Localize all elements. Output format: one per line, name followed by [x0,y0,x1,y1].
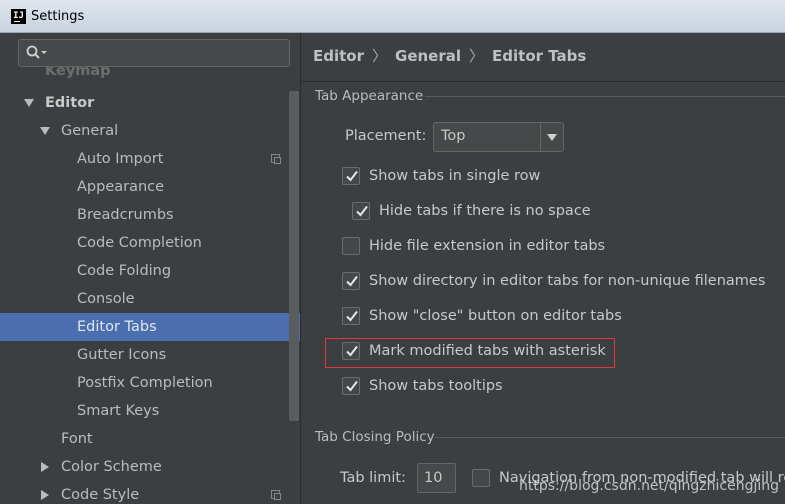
project-settings-icon [271,154,281,164]
tree-item-code-completion[interactable]: Code Completion [0,229,300,257]
checkbox[interactable] [342,237,360,255]
tree-item-label: Gutter Icons [77,347,167,363]
tree-item-label: Font [61,431,93,447]
checkmark-icon [346,380,358,392]
tree-item-general[interactable]: General [0,117,300,145]
tree-item-label: Editor [45,95,95,111]
breadcrumb-separator: 〉 [469,47,485,65]
option-label: Hide tabs if there is no space [379,203,591,219]
checkmark-icon [346,310,358,322]
tree-item-smart-keys[interactable]: Smart Keys [0,397,300,425]
tree-item-label: Color Scheme [61,459,162,475]
breadcrumb: Editor 〉 General 〉 Editor Tabs [313,45,586,66]
tree-item-keymap[interactable]: Keymap [0,67,300,81]
tree-item-code-style[interactable]: Code Style [0,481,300,504]
option-label: Show tabs in single row [369,168,541,184]
settings-search-input[interactable] [18,39,290,67]
breadcrumb-editor: Editor [313,47,364,65]
option-label: Show directory in editor tabs for non-un… [369,273,766,289]
checkmark-icon [346,275,358,287]
chevron-right-icon[interactable] [41,462,49,472]
title-bar: IJ Settings [0,0,785,33]
watermark-text: https://blog.csdn.net/qingzhicengjing [519,478,780,494]
group-divider [435,437,785,438]
chevron-right-icon[interactable] [41,490,49,500]
checkmark-icon [346,345,358,357]
tree-item-console[interactable]: Console [0,285,300,313]
tree-item-label: General [61,123,119,139]
breadcrumb-editor-tabs: Editor Tabs [492,47,587,65]
project-settings-icon [271,490,281,500]
checkbox[interactable] [342,307,360,325]
tree-item-label: Postfix Completion [77,375,213,391]
checkbox[interactable] [342,377,360,395]
checkbox[interactable] [352,202,370,220]
tree-item-font[interactable]: Font [0,425,300,453]
tab-limit-label: Tab limit: [340,470,406,486]
option-label: Hide file extension in editor tabs [369,238,606,254]
tree-item-color-scheme[interactable]: Color Scheme [0,453,300,481]
tree-item-label: Editor Tabs [77,319,157,335]
tree-item-label: Code Folding [77,263,172,279]
option-label: Mark modified tabs with asterisk [369,343,606,359]
sidebar-scrollbar[interactable] [289,91,299,421]
tab-appearance-title: Tab Appearance [315,88,424,104]
tree-item-appearance[interactable]: Appearance [0,173,300,201]
tree-item-editor[interactable]: Editor [0,89,300,117]
tab-limit-input[interactable]: 10 [417,463,456,493]
checkbox[interactable] [342,167,360,185]
tree-item-editor-tabs[interactable]: Editor Tabs [0,313,300,341]
breadcrumb-separator: 〉 [372,47,388,65]
checkmark-icon [346,170,358,182]
intellij-app-icon: IJ [11,9,26,24]
group-divider [425,96,785,97]
tree-item-postfix-completion[interactable]: Postfix Completion [0,369,300,397]
tree-item-label: Auto Import [77,151,164,167]
checkbox[interactable] [342,342,360,360]
tree-item-label: Code Completion [77,235,202,251]
tab-closing-title: Tab Closing Policy [315,429,435,445]
chevron-down-icon[interactable] [40,127,50,135]
checkbox[interactable] [472,469,490,487]
tree-item-auto-import[interactable]: Auto Import [0,145,300,173]
tab-limit-value: 10 [424,470,443,486]
option-label: Show tabs tooltips [369,378,503,394]
tree-item-label: Keymap [45,67,111,79]
checkbox[interactable] [342,272,360,290]
placement-label: Placement: [345,128,427,144]
window-title: Settings [31,9,85,24]
settings-content: Editor 〉 General 〉 Editor Tabs Tab Appearanc… [301,33,785,504]
tree-item-breadcrumbs[interactable]: Breadcrumbs [0,201,300,229]
tree-item-label: Console [77,291,135,307]
tree-item-gutter-icons[interactable]: Gutter Icons [0,341,300,369]
chevron-down-icon[interactable] [24,99,34,107]
checkmark-icon [356,205,368,217]
search-icon [26,45,47,59]
settings-sidebar: Keymap Editor General Auto Import Appear… [0,33,300,504]
placement-select[interactable]: Top [433,122,564,152]
header-separator [301,81,785,82]
tree-item-code-folding[interactable]: Code Folding [0,257,300,285]
chevron-down-icon[interactable] [540,123,563,151]
option-label: Show "close" button on editor tabs [369,308,622,324]
tree-item-label: Appearance [77,179,165,195]
tree-item-label: Smart Keys [77,403,160,419]
breadcrumb-general: General [395,47,462,65]
tree-item-label: Breadcrumbs [77,207,174,223]
tree-item-label: Code Style [61,487,140,503]
placement-select-value: Top [441,128,466,144]
